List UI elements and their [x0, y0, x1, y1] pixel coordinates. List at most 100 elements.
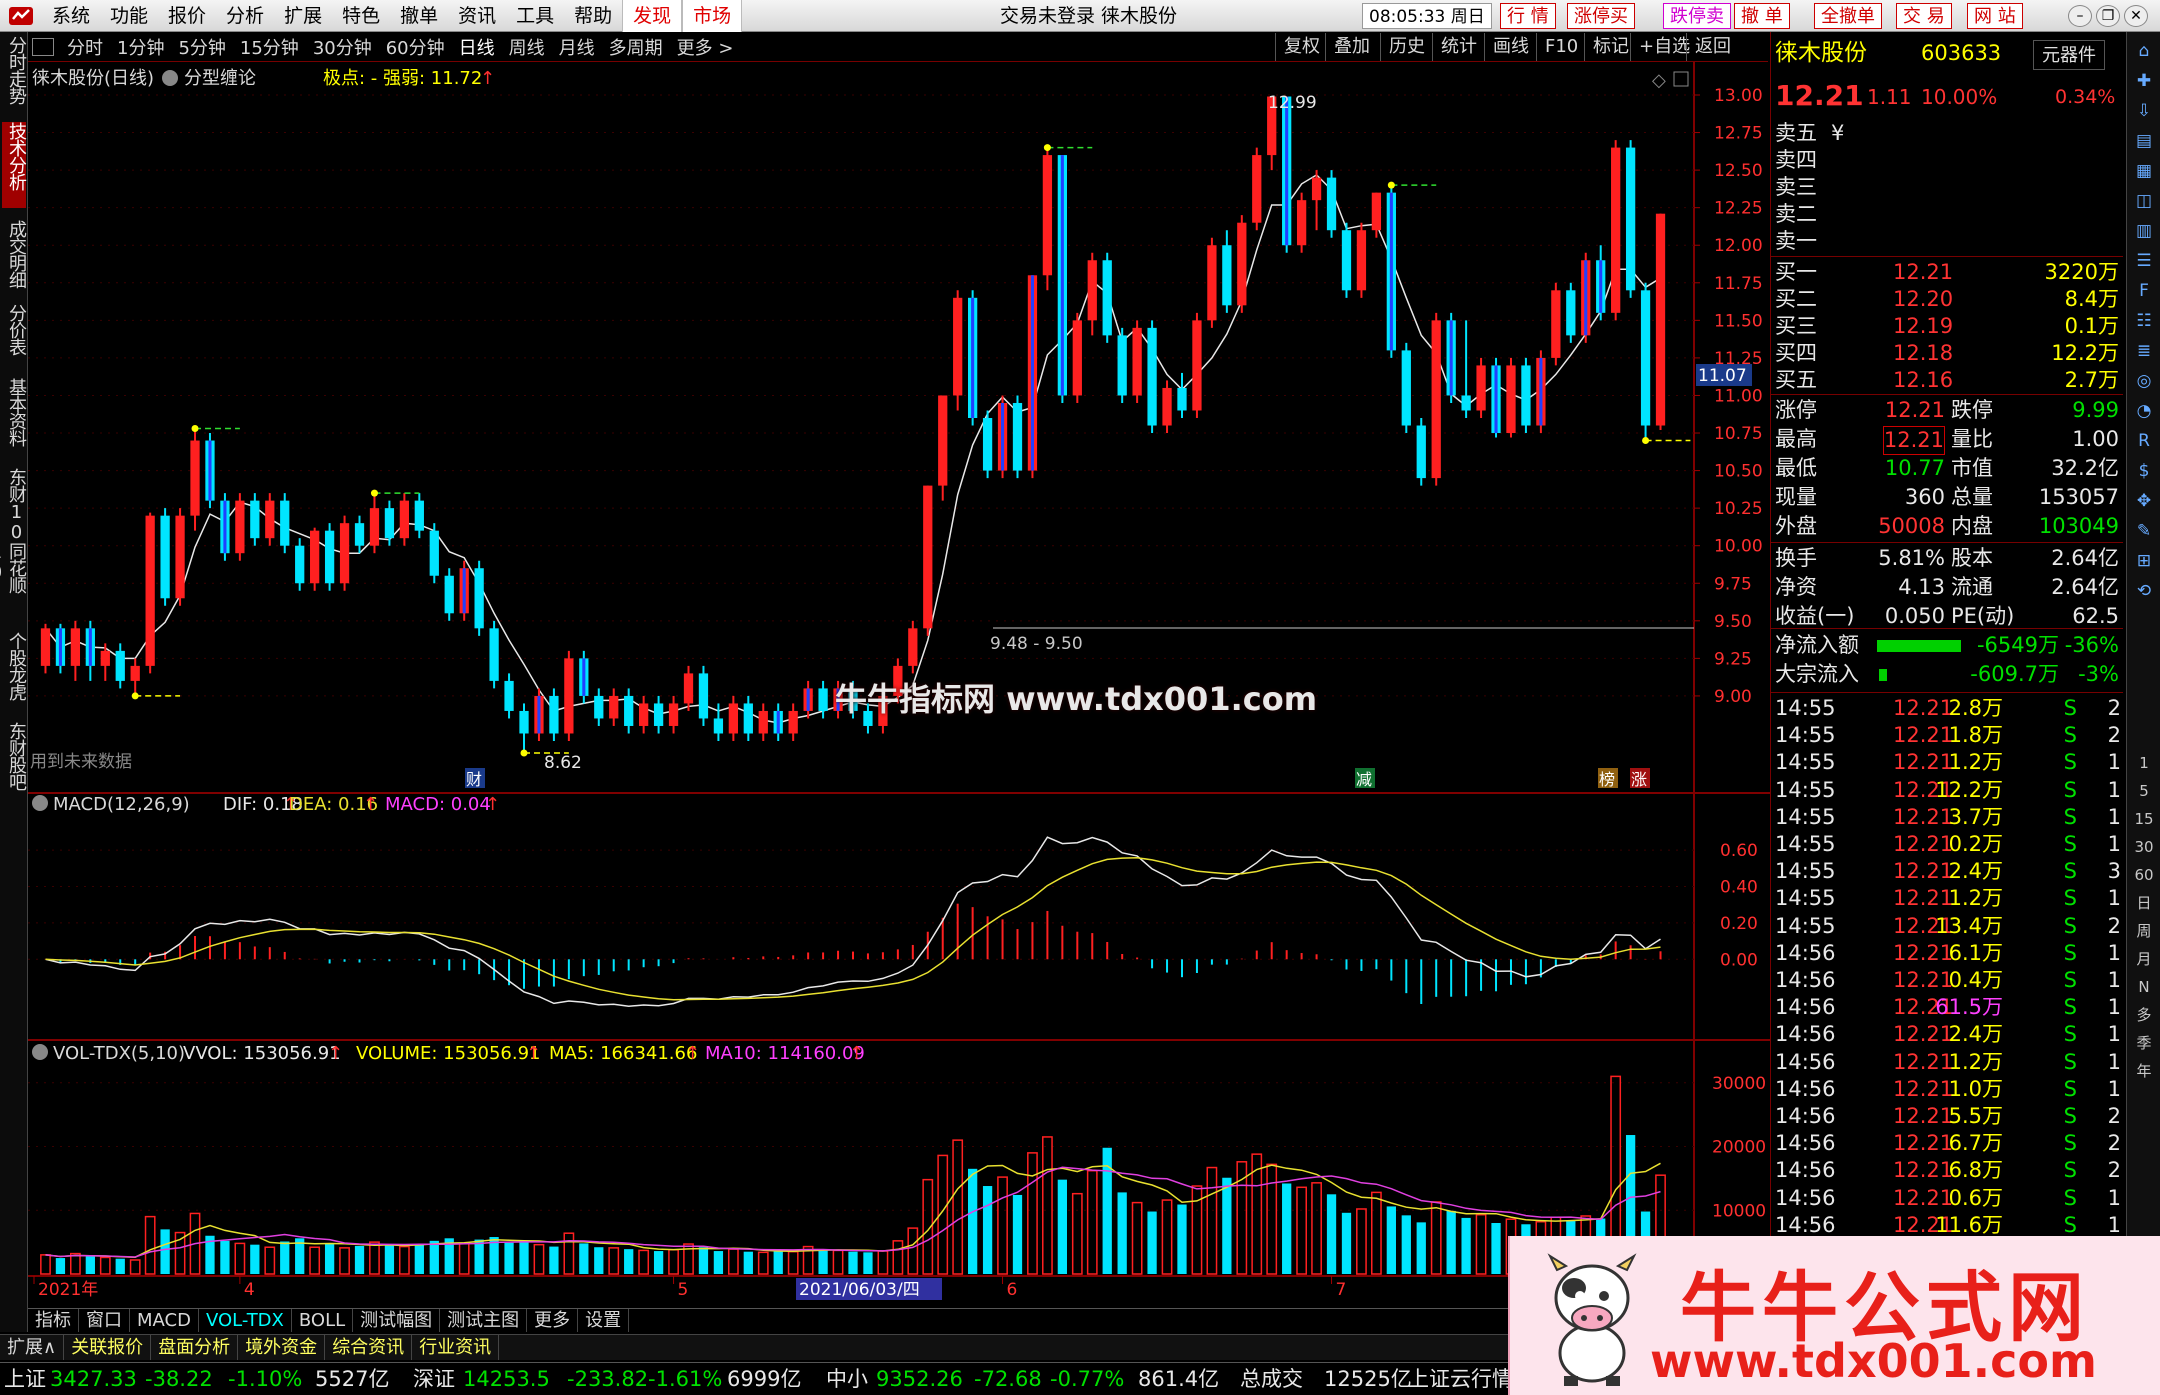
indicator-tab-8[interactable]: 设置 [578, 1309, 630, 1332]
menu-item-1[interactable]: 功能 [100, 0, 158, 32]
15-icon[interactable]: 15 [2133, 808, 2155, 830]
indicator-tab-1[interactable]: 窗口 [79, 1309, 130, 1332]
marker-list[interactable]: 榜 [1599, 770, 1615, 789]
volume-toggle-icon[interactable] [32, 1044, 48, 1060]
period-10[interactable]: 更多 > [670, 34, 741, 60]
list2-icon[interactable]: ☷ [2133, 310, 2155, 332]
list3-icon[interactable]: ≣ [2133, 340, 2155, 362]
月-icon[interactable]: 月 [2133, 948, 2155, 970]
chart-tool-0[interactable]: 复权 [1275, 33, 1328, 61]
list-icon[interactable]: ☰ [2133, 250, 2155, 272]
extension-tab-1[interactable]: 关联报价 [64, 1335, 152, 1360]
周-icon[interactable]: 周 [2133, 920, 2155, 942]
left-tab-6[interactable]: 同花顺10 [0, 542, 27, 626]
menu-item-5[interactable]: 特色 [332, 0, 390, 32]
sync-icon[interactable]: ⟲ [2133, 580, 2155, 602]
fs-icon[interactable]: ⊞ [2133, 550, 2155, 572]
menu-item-7[interactable]: 资讯 [448, 0, 506, 32]
left-tab-1[interactable]: 技术分析 [2, 122, 27, 208]
pen-icon[interactable]: ✎ [2133, 520, 2155, 542]
doc-icon[interactable]: ▤ [2133, 130, 2155, 152]
chart2-icon[interactable]: ◔ [2133, 400, 2155, 422]
menu-item-4[interactable]: 扩展 [274, 0, 332, 32]
chart-tool-2[interactable]: 历史 [1380, 33, 1433, 61]
menu-item-9[interactable]: 帮助 [564, 0, 622, 32]
indicator-tab-3[interactable]: VOL-TDX [199, 1309, 292, 1332]
period-4[interactable]: 30分钟 [306, 34, 379, 60]
extension-tab-3[interactable]: 境外资金 [238, 1335, 326, 1360]
buy-level-4[interactable]: 买五 12.16 2.7万 [1771, 367, 2123, 394]
period-1[interactable]: 1分钟 [110, 34, 171, 60]
period-7[interactable]: 周线 [502, 34, 552, 60]
period-5[interactable]: 60分钟 [379, 34, 452, 60]
buy-level-0[interactable]: 买一 12.21 3220万 [1771, 259, 2123, 286]
close-icon[interactable]: ✕ [2124, 5, 2148, 27]
period-2[interactable]: 5分钟 [171, 34, 232, 60]
quick-button-0[interactable]: 行 情 [1500, 3, 1556, 29]
dollar-icon[interactable]: $ [2133, 460, 2155, 482]
bar-icon[interactable]: ▥ [2133, 220, 2155, 242]
1-icon[interactable]: 1 [2133, 752, 2155, 774]
日-icon[interactable]: 日 [2133, 892, 2155, 914]
indicator-tab-4[interactable]: BOLL [292, 1309, 354, 1332]
period-0[interactable]: 分时 [60, 34, 110, 60]
menu-hot-0[interactable]: 发现 [622, 0, 683, 32]
extension-tab-0[interactable]: 扩展∧ [0, 1335, 65, 1360]
quick-button-6[interactable]: 网 站 [1967, 3, 2023, 29]
quick-button-3[interactable]: 撤 单 [1734, 3, 1790, 29]
restore-icon[interactable]: ❐ [2096, 5, 2120, 27]
buy-level-2[interactable]: 买三 12.19 0.1万 [1771, 313, 2123, 340]
move-icon[interactable]: ✥ [2133, 490, 2155, 512]
period-6[interactable]: 日线 [452, 34, 502, 60]
季-icon[interactable]: 季 [2133, 1032, 2155, 1054]
60-icon[interactable]: 60 [2133, 864, 2155, 886]
chart-tool-1[interactable]: 叠加 [1325, 33, 1378, 61]
quick-button-2[interactable]: 跌停卖 [1663, 3, 1731, 29]
left-tab-2[interactable]: 成交明细 [2, 220, 27, 304]
chart-icon[interactable]: ◫ [2133, 190, 2155, 212]
indicator-tab-5[interactable]: 测试幅图 [353, 1309, 441, 1332]
buy-level-3[interactable]: 买四 12.18 12.2万 [1771, 340, 2123, 367]
circle-icon[interactable]: ◎ [2133, 370, 2155, 392]
grid-icon[interactable]: ▦ [2133, 160, 2155, 182]
marker-finance[interactable]: 财 [466, 770, 482, 789]
extension-tab-5[interactable]: 行业资讯 [412, 1335, 500, 1360]
period-8[interactable]: 月线 [552, 34, 602, 60]
cloud-ticker[interactable]: 上证云行情 [1408, 1363, 1513, 1395]
menu-item-0[interactable]: 系统 [42, 0, 100, 32]
indicator-tab-7[interactable]: 更多 [527, 1309, 579, 1332]
menu-item-8[interactable]: 工具 [506, 0, 564, 32]
extension-tab-2[interactable]: 盘面分析 [151, 1335, 239, 1360]
indicator-tab-2[interactable]: MACD [130, 1309, 199, 1332]
chart-tool-4[interactable]: 画线 [1484, 33, 1537, 61]
chart-tool-5[interactable]: F10 [1536, 33, 1586, 61]
menu-hot-1[interactable]: 市场 [682, 0, 743, 32]
多-icon[interactable]: 多 [2133, 1004, 2155, 1026]
sell-level-3[interactable]: 卖二 [1771, 201, 2123, 228]
sell-level-1[interactable]: 卖四 [1771, 147, 2123, 174]
up-arrow-icon[interactable]: ⌂ [2133, 40, 2155, 62]
left-tab-0[interactable]: 分时走势 [2, 36, 27, 122]
period-3[interactable]: 15分钟 [233, 34, 306, 60]
sell-level-4[interactable]: 卖一 [1771, 228, 2123, 255]
buy-level-1[interactable]: 买二 12.20 8.4万 [1771, 286, 2123, 313]
period-9[interactable]: 多周期 [602, 34, 670, 60]
f10-icon[interactable]: F [2133, 280, 2155, 302]
sell-level-0[interactable]: 卖五 ¥ [1771, 120, 2123, 147]
cross-icon[interactable]: ✚ [2133, 70, 2155, 92]
quick-button-5[interactable]: 交 易 [1896, 3, 1952, 29]
layout-toggle-icon[interactable] [32, 37, 54, 56]
chart-tool-8[interactable]: 返回 [1686, 33, 1739, 61]
marker-reduce[interactable]: 减 [1356, 770, 1372, 789]
30-icon[interactable]: 30 [2133, 836, 2155, 858]
macd-toggle-icon[interactable] [32, 795, 48, 811]
indicator-tab-6[interactable]: 测试主图 [440, 1309, 528, 1332]
chart-tool-3[interactable]: 统计 [1432, 33, 1485, 61]
indicator-tab-0[interactable]: 指标 [28, 1309, 79, 1332]
5-icon[interactable]: 5 [2133, 780, 2155, 802]
quick-button-4[interactable]: 全撤单 [1814, 3, 1882, 29]
down-arrow-icon[interactable]: ⇩ [2133, 100, 2155, 122]
left-tab-8[interactable]: 东财股吧 [2, 722, 27, 812]
extension-tab-4[interactable]: 综合资讯 [325, 1335, 413, 1360]
年-icon[interactable]: 年 [2133, 1060, 2155, 1082]
